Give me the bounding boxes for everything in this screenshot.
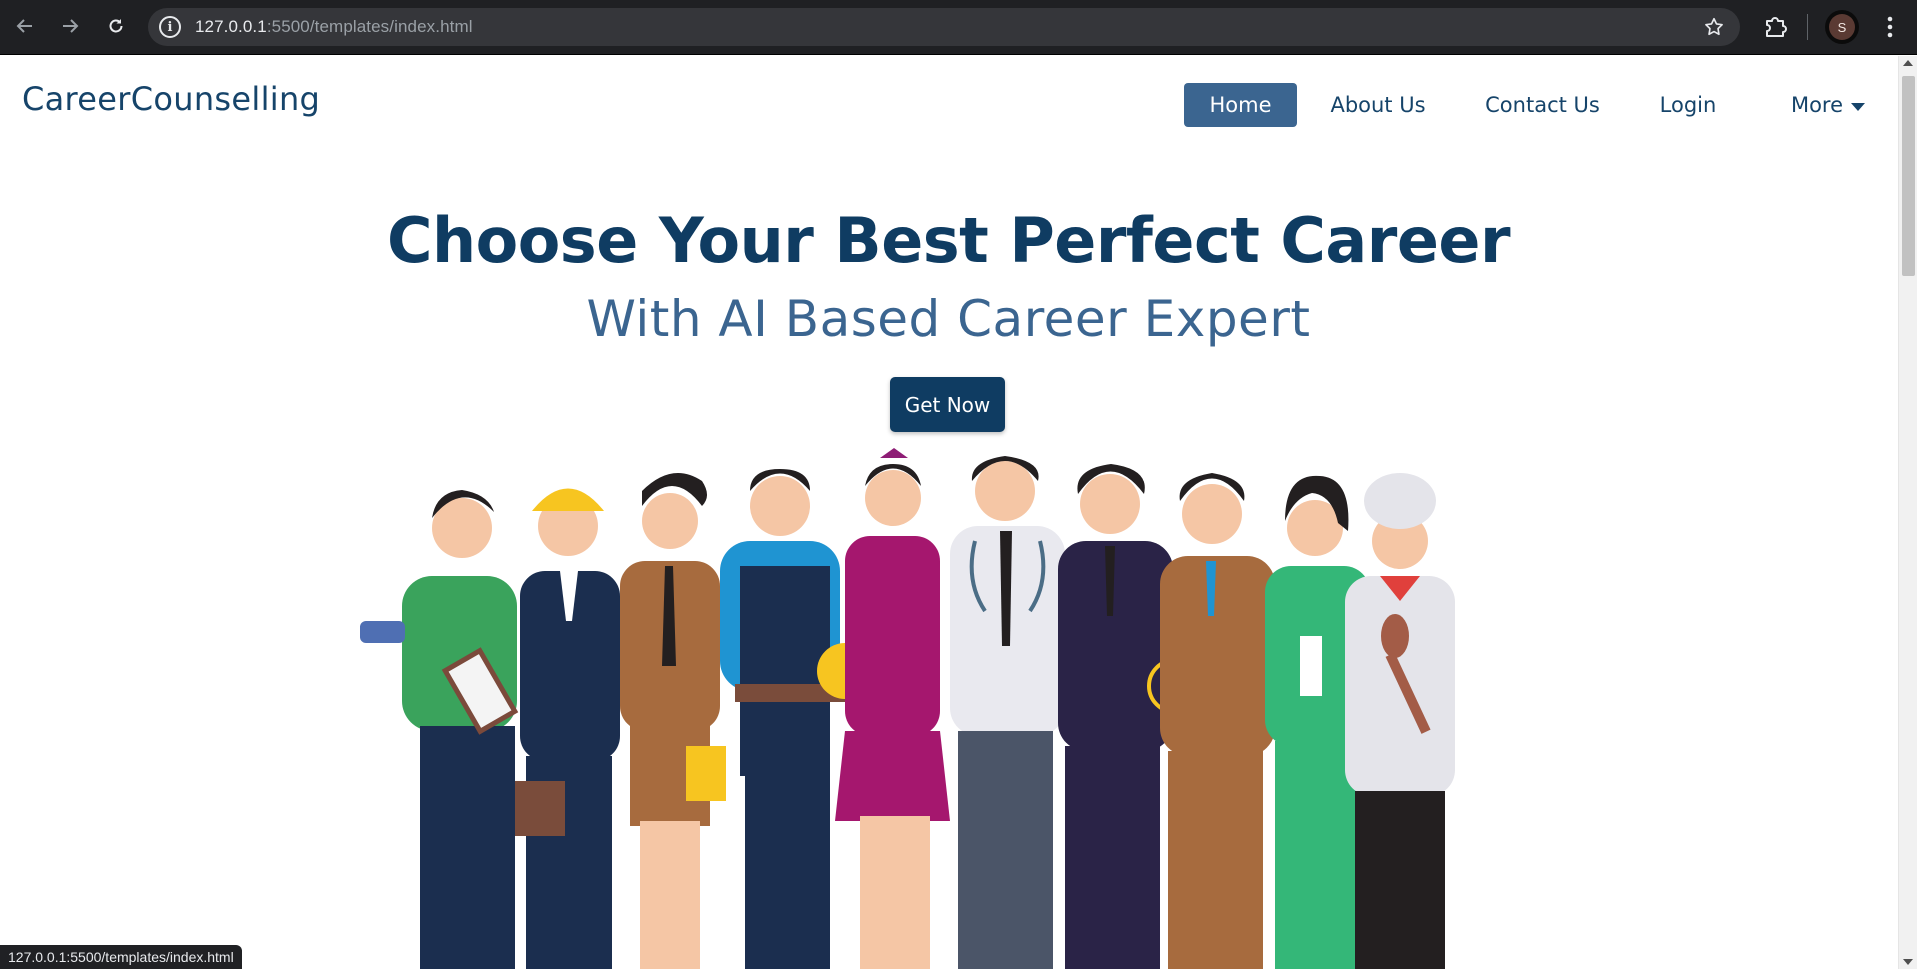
hero-title: Choose Your Best Perfect Career [386,204,1511,277]
page-scrollbar[interactable] [1898,56,1917,969]
back-button[interactable] [9,10,41,42]
address-bar[interactable]: i 127.0.0.1:5500/templates/index.html [148,8,1740,46]
get-now-button[interactable]: Get Now [890,377,1005,432]
nav-about-us[interactable]: About Us [1318,83,1438,127]
main-nav: Home About Us Contact Us Login More [0,83,1917,127]
reload-button[interactable] [100,10,132,42]
url-host: 127.0.0.1 [195,17,267,36]
forward-button[interactable] [54,10,86,42]
status-bar-url: 127.0.0.1:5500/templates/index.html [0,945,242,969]
nav-more[interactable]: More [1768,83,1888,127]
doctor-figure [950,456,1065,969]
engineer-figure [515,488,620,969]
photographer-figure [360,490,519,969]
nav-login[interactable]: Login [1648,83,1728,127]
info-icon[interactable]: i [159,16,181,38]
profile-initial: S [1829,14,1855,40]
page-viewport: CareerCounselling Home About Us Contact … [0,56,1917,969]
reload-icon [109,19,123,33]
nav-home[interactable]: Home [1184,83,1297,127]
bookmark-star-icon[interactable] [1702,15,1726,39]
hero-subtitle: With AI Based Career Expert [586,290,1311,348]
businessman-figure [1160,473,1275,969]
puzzle-icon[interactable] [1760,12,1790,42]
arrow-left-icon [16,19,32,33]
scroll-up-arrow[interactable] [1903,60,1913,66]
profile-avatar[interactable]: S [1825,10,1859,44]
toolbar-divider [1807,14,1808,40]
professionals-illustration [360,448,1455,969]
officer-woman-figure [620,473,726,969]
url-text[interactable]: 127.0.0.1:5500/templates/index.html [195,17,473,37]
arrow-right-icon [63,19,79,33]
flight-attendant-figure [835,448,950,969]
scroll-thumb[interactable] [1902,76,1915,276]
scroll-down-arrow[interactable] [1903,959,1913,965]
url-path: :5500/templates/index.html [266,17,473,36]
caret-down-icon [1851,103,1866,111]
kebab-icon[interactable] [1880,12,1900,42]
nav-more-label: More [1790,93,1844,117]
nav-contact-us[interactable]: Contact Us [1470,83,1615,127]
browser-toolbar: i 127.0.0.1:5500/templates/index.html S [0,0,1917,55]
chef-figure [1345,473,1455,969]
